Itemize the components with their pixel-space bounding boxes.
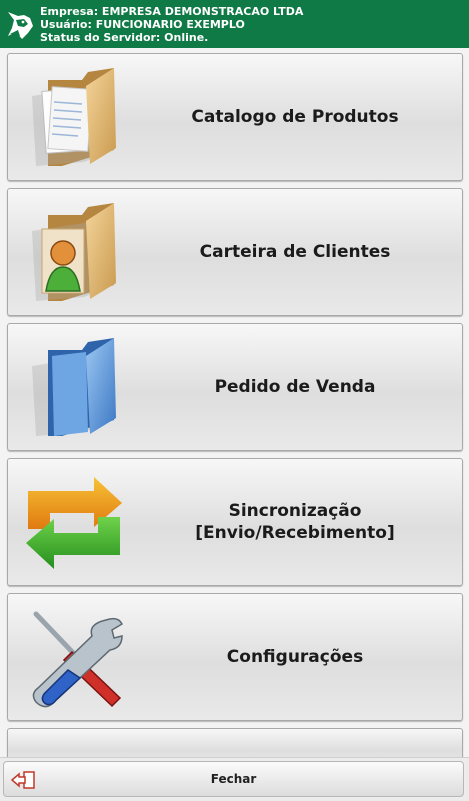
folder-documents-icon xyxy=(32,68,116,166)
menu-item-label: Pedido de Venda xyxy=(214,377,376,397)
tools-icon xyxy=(32,611,123,708)
server-status: Status do Servidor: Online. xyxy=(40,31,209,44)
sync-arrows-icon xyxy=(26,477,122,569)
menu-item-label-line2: [Envio/Recebimento] xyxy=(195,523,395,543)
main-menu: Catalogo de Produtos Carteira de Cliente… xyxy=(7,53,463,775)
user-name: Usuário: FUNCIONARIO EXEMPLO xyxy=(40,18,245,31)
menu-item-catalogo[interactable]: Catalogo de Produtos xyxy=(7,53,463,181)
menu-item-label: Configurações xyxy=(226,647,364,667)
blue-folder-icon xyxy=(32,338,116,436)
app-header: Empresa: EMPRESA DEMONSTRACAO LTDA Usuár… xyxy=(0,0,469,48)
menu-item-label: Catalogo de Produtos xyxy=(191,107,399,127)
folder-user-icon xyxy=(32,203,116,301)
menu-item-configuracoes[interactable]: Configurações xyxy=(7,593,463,721)
menu-item-label-line1: Sincronização xyxy=(228,501,362,521)
menu-item-pedido[interactable]: Pedido de Venda xyxy=(7,323,463,451)
menu-item-clientes[interactable]: Carteira de Clientes xyxy=(7,188,463,316)
footer-bar: Fechar xyxy=(0,757,469,801)
company-name: Empresa: EMPRESA DEMONSTRACAO LTDA xyxy=(40,5,304,18)
close-button[interactable]: Fechar xyxy=(3,761,464,797)
menu-item-label: Carteira de Clientes xyxy=(199,242,391,262)
wolf-head-logo xyxy=(8,12,33,39)
menu-item-sincronizacao[interactable]: Sincronização [Envio/Recebimento] xyxy=(7,458,463,586)
close-button-label: Fechar xyxy=(210,772,257,786)
menu-item-label: Sincronização [Envio/Recebimento] xyxy=(128,459,462,585)
